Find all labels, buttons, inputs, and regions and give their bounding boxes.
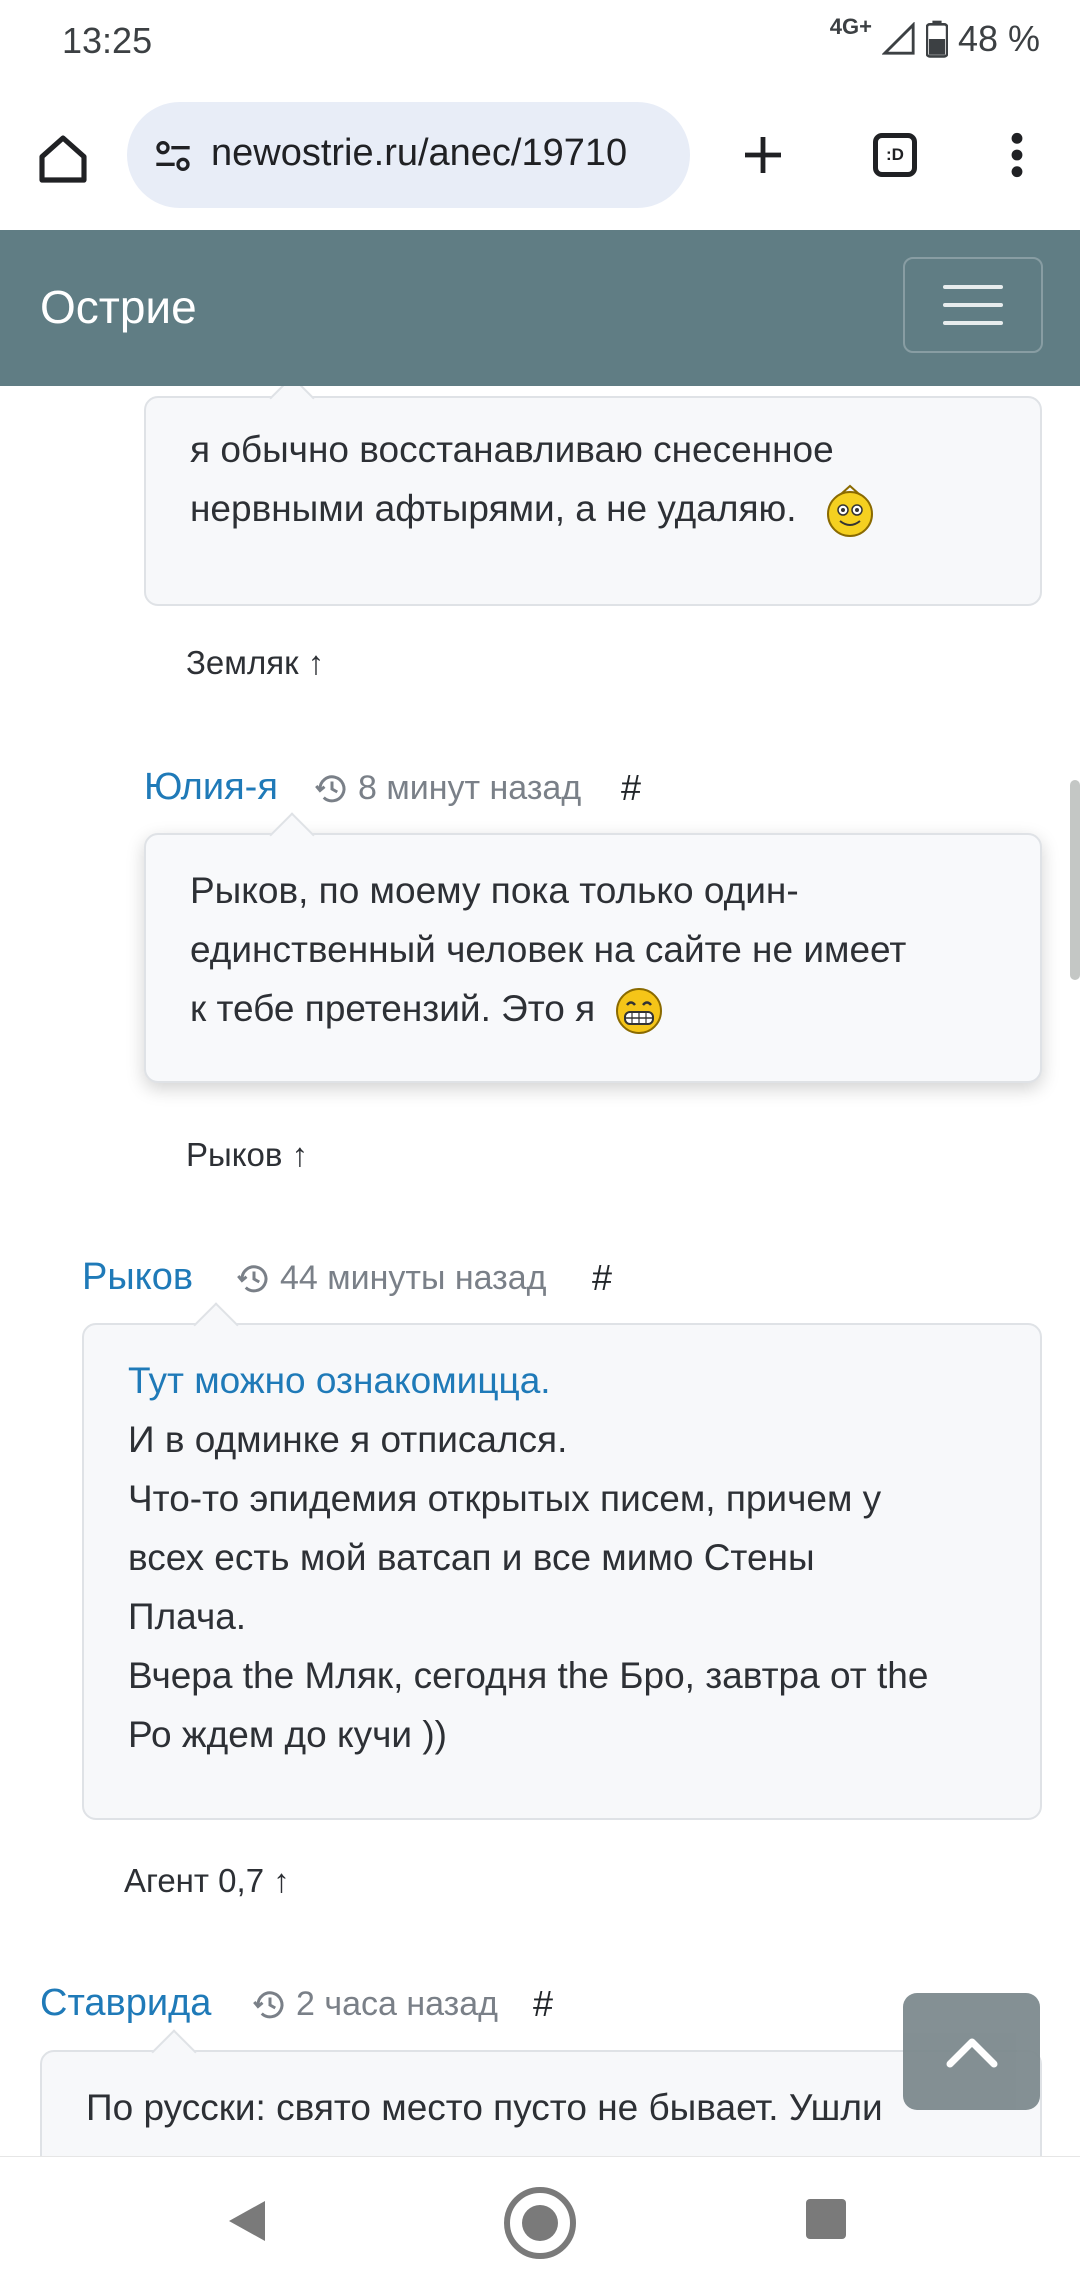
comment-line: Плача. xyxy=(128,1596,247,1637)
comment-author[interactable]: Рыков xyxy=(82,1256,193,1299)
comment-time-text: 8 минут назад xyxy=(358,769,582,807)
comment-line: я обычно восстанавливаю снесенное xyxy=(190,429,834,470)
comment-line: По русски: свято место пусто не бывает. … xyxy=(86,2087,883,2128)
comment-permalink[interactable]: # xyxy=(592,1257,612,1299)
reply-link[interactable]: Рыков ↑ xyxy=(186,1136,308,1174)
battery-percent: 48 % xyxy=(957,18,1040,59)
home-nav-icon[interactable] xyxy=(502,2185,578,2261)
comment-line: единственный человек на сайте не имеет xyxy=(190,929,907,970)
comment-author[interactable]: Юлия-я xyxy=(144,766,278,809)
comment-author[interactable]: Ставрида xyxy=(40,1982,211,2025)
more-vertical-icon xyxy=(1011,132,1023,178)
home-icon xyxy=(39,135,87,183)
history-icon xyxy=(237,1264,268,1292)
comment-line: нервными афтырями, а не удаляю. xyxy=(190,488,797,529)
status-time: 13:25 xyxy=(62,20,153,61)
comment-line: И в одминке я отписался. xyxy=(128,1419,568,1460)
home-button[interactable] xyxy=(28,124,98,194)
comment-link[interactable]: Тут можно ознакомицца. xyxy=(128,1360,551,1401)
recents-icon[interactable] xyxy=(806,2199,846,2239)
comment-line: Ро ждем до кучи )) xyxy=(128,1714,447,1755)
comment-time-text: 44 минуты назад xyxy=(280,1259,547,1297)
plus-icon xyxy=(745,137,781,173)
reply-link[interactable]: Агент 0,7 ↑ xyxy=(124,1862,290,1900)
comment-line: всех есть мой ватсап и все мимо Стены xyxy=(128,1537,815,1578)
status-icons: 4G+ 48 % xyxy=(830,14,1040,60)
comment-permalink[interactable]: # xyxy=(533,1983,553,2025)
comment-time-text: 2 часа назад xyxy=(296,1985,498,2023)
back-icon[interactable] xyxy=(225,2197,269,2245)
menu-toggle-button[interactable] xyxy=(903,257,1043,353)
comment-time: 2 часа назад xyxy=(252,1985,498,2024)
history-icon xyxy=(315,774,346,802)
comment-body: По русски: свято место пусто не бывает. … xyxy=(40,2029,1042,2156)
comment-permalink[interactable]: # xyxy=(621,767,641,809)
battery-icon xyxy=(925,20,948,58)
site-navbar: Острие xyxy=(0,230,1080,386)
site-settings-icon[interactable] xyxy=(153,136,193,176)
comment-time: 8 минут назад xyxy=(314,769,581,808)
comment-body: Рыков, по моему пока только один- единст… xyxy=(144,812,1042,1083)
network-type: 4G+ xyxy=(829,14,872,39)
address-bar[interactable]: newostrie.ru/anec/19710 xyxy=(127,102,690,208)
comments-list: я обычно восстанавливаю снесенное нервны… xyxy=(0,386,1080,2156)
reply-link[interactable]: Земляк ↑ xyxy=(186,644,324,682)
browser-menu-button[interactable] xyxy=(990,120,1044,190)
scroll-to-top-button[interactable] xyxy=(903,1993,1040,2110)
comment-line: к тебе претензий. Это я xyxy=(190,988,596,1029)
comment-line: Что-то эпидемия открытых писем, причем у xyxy=(128,1478,882,1519)
comment-time: 44 минуты назад xyxy=(236,1259,547,1298)
signal-icon xyxy=(881,22,915,55)
comment-line: Рыков, по моему пока только один- xyxy=(190,870,799,911)
grin-smiley-icon xyxy=(616,988,663,1035)
hamburger-icon xyxy=(943,285,1003,289)
history-icon xyxy=(253,1990,284,2018)
page-scrollbar[interactable] xyxy=(1070,780,1080,980)
comment-body: Тут можно ознакомицца. И в одминке я отп… xyxy=(82,1302,1042,1820)
url-text: newostrie.ru/anec/19710 xyxy=(211,132,628,174)
wink-smiley-icon xyxy=(826,484,873,538)
tab-switcher-button[interactable]: :D xyxy=(860,120,930,190)
new-tab-button[interactable] xyxy=(728,120,798,190)
chevron-up-icon xyxy=(946,2038,997,2067)
comment-body: я обычно восстанавливаю снесенное нервны… xyxy=(144,386,1042,606)
comment-line: Вчера the Мляк, сегодня the Бро, завтра … xyxy=(128,1655,929,1696)
system-nav-bar xyxy=(0,2156,1080,2281)
tab-count: :D xyxy=(873,133,917,177)
site-brand[interactable]: Острие xyxy=(40,280,197,334)
browser-toolbar: newostrie.ru/anec/19710 :D xyxy=(0,84,1080,232)
status-bar: 13:25 4G+ 48 % xyxy=(0,0,1080,84)
